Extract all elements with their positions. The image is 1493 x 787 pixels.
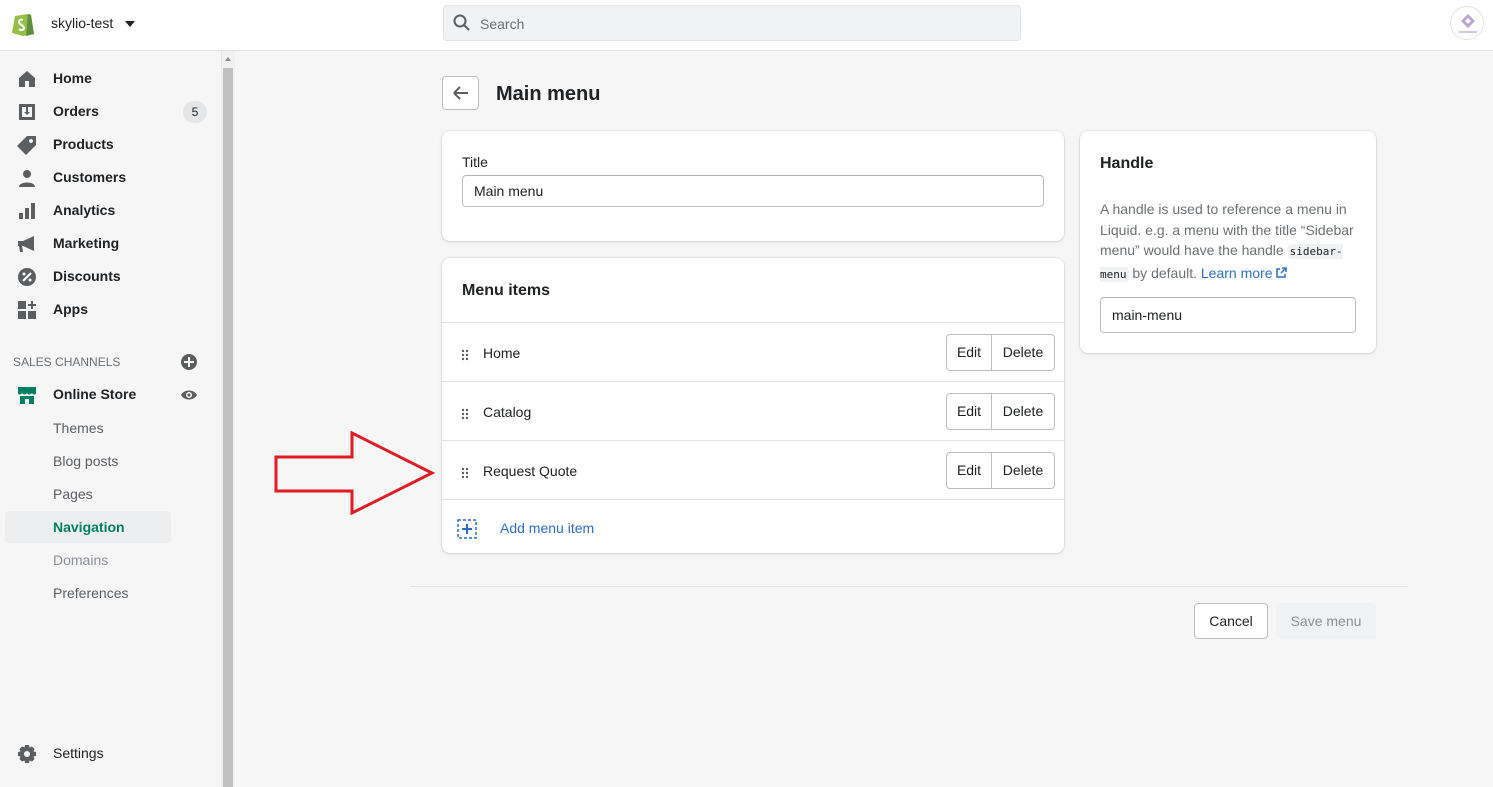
add-item-icon — [457, 519, 477, 539]
annotation-arrow-icon — [274, 431, 436, 516]
menu-item-row: Catalog Edit Delete — [442, 381, 1064, 440]
sidebar-subitem-pages[interactable]: Pages — [53, 486, 93, 502]
cancel-button[interactable]: Cancel — [1194, 603, 1268, 639]
menu-items-heading: Menu items — [462, 282, 551, 299]
tag-icon — [17, 136, 36, 155]
handle-card: Handle A handle is used to reference a m… — [1080, 131, 1376, 353]
add-channel-icon[interactable] — [180, 353, 198, 371]
menu-item-label: Request Quote — [483, 463, 578, 479]
sidebar-item-label: Discounts — [53, 268, 121, 284]
avatar[interactable] — [1450, 6, 1484, 40]
learn-more-label: Learn more — [1200, 264, 1273, 281]
title-card: Title Main menu — [442, 131, 1064, 241]
sidebar-item-marketing[interactable]: Marketing — [0, 229, 210, 259]
search-input[interactable]: Search — [443, 5, 1021, 41]
sidebar-item-label: Analytics — [53, 202, 116, 218]
handle-description: A handle is used to reference a menu in … — [1100, 199, 1362, 285]
home-icon — [19, 71, 35, 87]
megaphone-icon — [18, 236, 34, 252]
apps-icon — [18, 301, 36, 319]
storefront-icon — [18, 387, 36, 404]
menu-item-row: Request Quote Edit Delete — [442, 440, 1064, 499]
sidebar — [0, 51, 221, 787]
add-menu-item-label: Add menu item — [500, 520, 595, 536]
gear-icon — [18, 745, 36, 763]
sidebar-item-label: Settings — [53, 745, 104, 761]
sidebar-item-label: Online Store — [53, 386, 137, 402]
back-button[interactable] — [442, 76, 479, 110]
edit-button[interactable]: Edit — [946, 393, 992, 430]
orders-icon — [19, 104, 35, 120]
drag-handle-icon[interactable] — [461, 408, 469, 420]
sidebar-item-apps[interactable]: Apps — [0, 295, 210, 325]
save-menu-button[interactable]: Save menu — [1276, 603, 1376, 639]
sidebar-subitem-preferences[interactable]: Preferences — [53, 585, 128, 601]
arrow-left-icon — [453, 86, 468, 100]
edit-button[interactable]: Edit — [946, 452, 992, 489]
add-menu-item-button[interactable]: Add menu item — [442, 499, 1064, 553]
sidebar-item-analytics[interactable]: Analytics — [0, 196, 210, 226]
sales-channels-label: SALES CHANNELS — [13, 355, 121, 369]
handle-desc-text-end: by default. — [1128, 264, 1201, 281]
sidebar-subitem-domains[interactable]: Domains — [53, 552, 108, 568]
scrollbar-thumb[interactable] — [223, 68, 233, 787]
title-field-label: Title — [462, 154, 488, 170]
sidebar-item-label: Products — [53, 136, 114, 152]
drag-handle-icon[interactable] — [461, 467, 469, 479]
menu-item-actions: Edit Delete — [946, 393, 1055, 430]
discount-icon — [18, 268, 36, 286]
sidebar-subitem-themes[interactable]: Themes — [53, 420, 104, 436]
menu-item-label: Home — [483, 345, 521, 361]
page-title: Main menu — [496, 83, 601, 105]
menu-items-card: Menu items Home Edit Delete Catalog Edit… — [442, 258, 1064, 553]
menu-item-label: Catalog — [483, 404, 532, 420]
sidebar-item-label: Customers — [53, 169, 127, 185]
caret-down-icon[interactable] — [124, 15, 136, 31]
sidebar-item-settings[interactable]: Settings — [0, 739, 210, 769]
sidebar-item-orders[interactable]: Orders 5 — [0, 97, 210, 127]
menu-item-row: Home Edit Delete — [442, 322, 1064, 381]
top-bar: skylio-test Search — [0, 0, 1493, 51]
drag-handle-icon[interactable] — [461, 349, 469, 361]
delete-button[interactable]: Delete — [992, 393, 1055, 430]
sidebar-item-label: Orders — [53, 103, 99, 119]
store-avatar-icon — [1459, 14, 1477, 33]
handle-title: Handle — [1100, 155, 1154, 172]
sidebar-item-label: Marketing — [53, 235, 120, 251]
bar-chart-icon — [19, 203, 35, 219]
search-placeholder: Search — [480, 16, 525, 32]
sidebar-item-home[interactable]: Home — [0, 64, 210, 94]
footer-divider — [410, 586, 1408, 587]
sidebar-item-products[interactable]: Products — [0, 130, 210, 160]
person-icon — [19, 170, 35, 187]
sidebar-item-label: Home — [53, 70, 92, 86]
sidebar-subitem-navigation[interactable]: Navigation — [53, 519, 125, 535]
menu-item-actions: Edit Delete — [946, 334, 1055, 371]
edit-button[interactable]: Edit — [946, 334, 992, 371]
sidebar-subitem-blog-posts[interactable]: Blog posts — [53, 453, 118, 469]
scroll-up-icon[interactable] — [223, 54, 233, 64]
handle-field[interactable]: main-menu — [1100, 297, 1356, 333]
sidebar-item-customers[interactable]: Customers — [0, 163, 210, 193]
store-name[interactable]: skylio-test — [51, 15, 113, 31]
title-field[interactable]: Main menu — [462, 175, 1044, 207]
sidebar-item-online-store[interactable]: Online Store — [0, 380, 210, 410]
sidebar-item-discounts[interactable]: Discounts — [0, 262, 210, 292]
orders-count-badge: 5 — [183, 101, 207, 123]
learn-more-link[interactable]: Learn more — [1200, 264, 1288, 281]
eye-icon[interactable] — [180, 386, 198, 404]
shopify-logo-icon[interactable] — [11, 9, 35, 37]
delete-button[interactable]: Delete — [992, 334, 1055, 371]
menu-item-actions: Edit Delete — [946, 452, 1055, 489]
delete-button[interactable]: Delete — [992, 452, 1055, 489]
sidebar-item-label: Apps — [53, 301, 88, 317]
search-icon — [453, 14, 470, 31]
external-link-icon — [1276, 266, 1288, 278]
